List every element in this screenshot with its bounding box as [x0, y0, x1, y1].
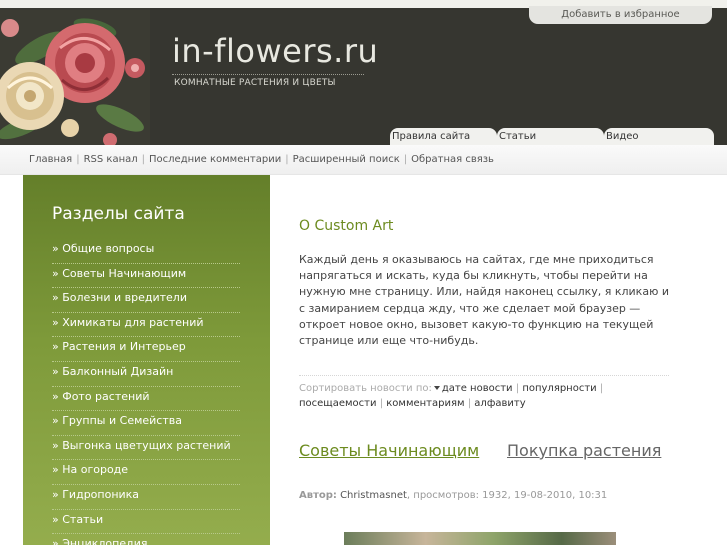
site-slogan: КОМНАТНЫЕ РАСТЕНИЯ И ЦВЕТЫ — [174, 78, 336, 88]
nav-separator: | — [285, 154, 289, 165]
sidebar-item-beginner-tips[interactable]: » Советы Начинающим — [52, 264, 240, 289]
sidebar-item-articles[interactable]: » Статьи — [52, 510, 240, 535]
sort-by-date[interactable]: дате новости — [442, 383, 513, 394]
nav-separator: | — [76, 154, 80, 165]
tab-articles[interactable]: Статьи — [497, 128, 604, 145]
sidebar-menu: » Общие вопросы » Советы Начинающим » Бо… — [52, 239, 240, 545]
sidebar-item-forcing[interactable]: » Выгонка цветущих растений — [52, 436, 240, 461]
intro-text: Каждый день я оказываюсь на сайтах, где … — [299, 253, 669, 348]
nav-separator: | — [403, 154, 408, 165]
sort-separator: | — [515, 383, 520, 394]
sidebar-item-interior[interactable]: » Растения и Интерьер — [52, 337, 240, 362]
sort-arrow-icon — [433, 385, 440, 390]
sidebar-item-groups[interactable]: » Группы и Семейства — [52, 411, 240, 436]
title-divider — [172, 74, 364, 75]
top-nav: Главная | RSS канал | Последние комментарии |… — [29, 154, 494, 165]
news-title-link[interactable]: Советы Начинающим — [299, 440, 489, 461]
tab-rules[interactable]: Правила сайта — [390, 128, 497, 145]
sort-by-alphabet[interactable]: алфавиту — [474, 398, 525, 409]
site-header: in-flowers.ru КОМНАТНЫЕ РАСТЕНИЯ И ЦВЕТЫ… — [0, 0, 727, 145]
sort-by-visits[interactable]: посещаемости — [299, 398, 377, 409]
sort-separator: | — [467, 397, 472, 409]
nav-link-home[interactable]: Главная — [29, 154, 72, 165]
nav-link-rss[interactable]: RSS канал — [84, 154, 138, 165]
news-title-link[interactable]: Покупка растения — [507, 440, 667, 461]
nav-link-feedback[interactable]: Обратная связь — [411, 154, 494, 165]
sidebar-item-chemicals[interactable]: » Химикаты для растений — [52, 313, 240, 338]
news-meta: Автор: Christmasnet, просмотров: 1932, 1… — [299, 490, 607, 501]
nav-link-latest-comments[interactable]: Последние комментарии — [149, 154, 281, 165]
tab-video[interactable]: Видео — [604, 128, 714, 145]
nav-link-advanced-search[interactable]: Расширенный поиск — [293, 154, 400, 165]
sort-separator: | — [379, 397, 384, 409]
sidebar-item-hydroponics[interactable]: » Гидропоника — [52, 485, 240, 510]
sort-by-popularity[interactable]: популярности — [522, 383, 596, 394]
nav-separator: | — [141, 154, 146, 165]
sidebar-item-general[interactable]: » Общие вопросы — [52, 239, 240, 264]
add-to-favorites-button[interactable]: Добавить в избранное — [529, 6, 712, 24]
sidebar-item-diseases[interactable]: » Болезни и вредители — [52, 288, 240, 313]
news-image[interactable] — [344, 532, 616, 545]
sidebar-item-encyclopedia[interactable]: » Энциклопедия — [52, 534, 240, 545]
page-title: O Custom Art — [299, 218, 394, 234]
author-link[interactable]: Christmasnet — [340, 490, 407, 501]
sort-label: Сортировать новости по: — [299, 383, 432, 394]
sort-by-comments[interactable]: комментариям — [386, 398, 464, 409]
flowers-logo-image — [0, 8, 150, 145]
sort-bar: Сортировать новости по: дате новости | по… — [299, 382, 671, 411]
news-stats: , просмотров: 1932, 19-08-2010, 10:31 — [406, 490, 608, 501]
sidebar-item-garden[interactable]: » На огороде — [52, 460, 240, 485]
sidebar-title: Разделы сайта — [52, 204, 185, 224]
author-label: Автор: — [299, 490, 337, 501]
sidebar-item-balcony[interactable]: » Балконный Дизайн — [52, 362, 240, 387]
sidebar-item-photos[interactable]: » Фото растений — [52, 387, 240, 412]
sort-separator: | — [599, 383, 604, 394]
sort-divider — [299, 375, 669, 376]
site-title[interactable]: in-flowers.ru — [172, 32, 378, 70]
